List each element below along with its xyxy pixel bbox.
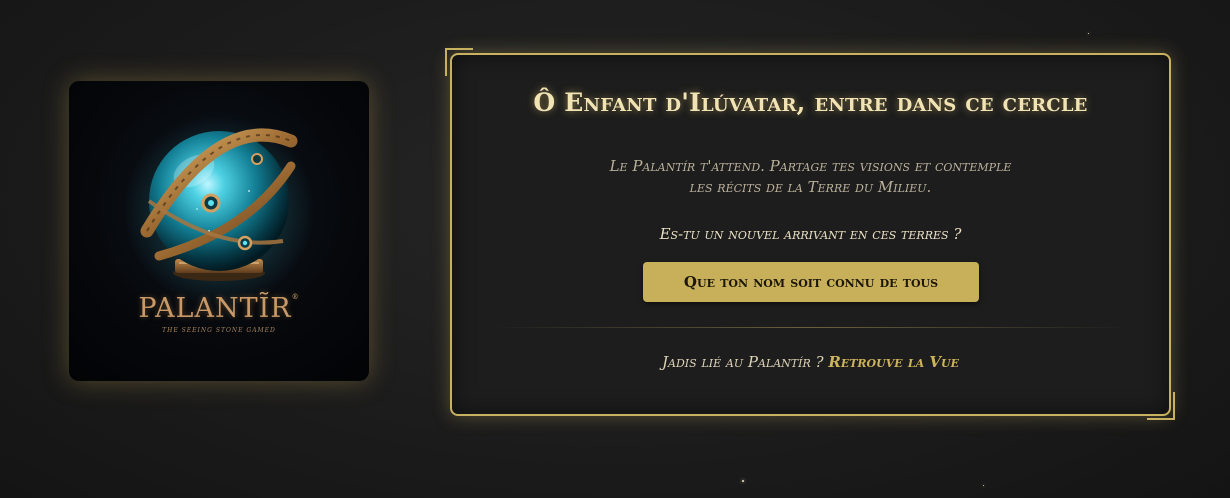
star-decoration <box>1088 33 1089 34</box>
login-link[interactable]: Retrouve la Vue <box>828 353 959 371</box>
panel-description: Le Palantír t'attend. Partage tes vision… <box>452 156 1169 198</box>
new-user-question: Es-tu un nouvel arrivant en ces terres ? <box>659 225 962 243</box>
logo-subtitle: THE SEEING STONE GAMED <box>162 327 276 334</box>
divider <box>492 327 1129 328</box>
star-decoration <box>742 480 744 482</box>
panel-title: Ô Enfant d'Ilúvatar, entre dans ce cercl… <box>533 88 1088 117</box>
description-line: Le Palantír t'attend. Partage tes vision… <box>609 157 1012 175</box>
description-line: les récits de la Terre du Milieu. <box>689 178 932 196</box>
logo-title: PALANTĨR® <box>138 293 300 324</box>
login-prompt-text: Jadis lié au Palantír ? <box>662 353 824 371</box>
logo-card: PALANTĨR® THE SEEING STONE GAMED <box>69 81 369 381</box>
signup-button[interactable]: Que ton nom soit connu de tous <box>643 262 979 302</box>
login-prompt: Jadis lié au Palantír ? Retrouve la Vue <box>452 353 1169 371</box>
crystal-orb-icon <box>124 116 314 306</box>
star-decoration <box>983 485 984 486</box>
welcome-panel: Ô Enfant d'Ilúvatar, entre dans ce cercl… <box>450 53 1171 416</box>
